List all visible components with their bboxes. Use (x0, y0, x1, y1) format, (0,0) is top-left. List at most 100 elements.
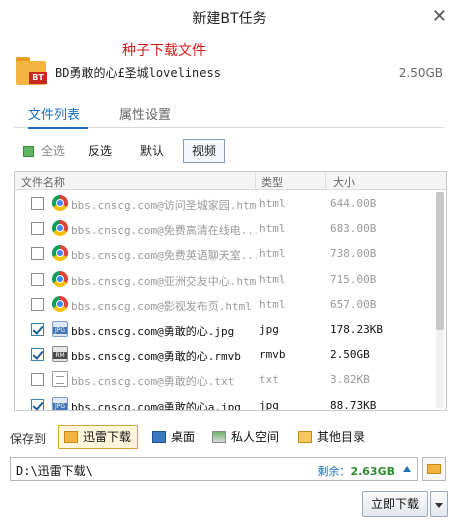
download-now-button[interactable]: 立即下载 (362, 491, 428, 517)
file-type: html (259, 297, 286, 311)
desktop-icon (152, 431, 166, 443)
bt-badge: BT (29, 72, 47, 84)
torrent-annotation: 种子下载文件 (122, 43, 206, 59)
file-size: 3.82KB (330, 373, 370, 387)
file-row[interactable]: bbs.cnscg.com@勇敢的心a.jpg jpg 88.73KB (15, 393, 446, 411)
txt-file-icon (52, 371, 68, 388)
file-type: jpg (259, 323, 279, 336)
browse-folder-button[interactable] (422, 457, 446, 481)
file-name: bbs.cnscg.com@亚洲交友中心.html (71, 274, 257, 288)
save-path-value[interactable]: D:\迅雷下载\ (16, 462, 93, 479)
save-path-input[interactable]: D:\迅雷下载\ 剩余：2.63GB (10, 457, 418, 481)
file-checkbox[interactable] (31, 373, 44, 387)
file-name: bbs.cnscg.com@勇敢的心.txt (71, 375, 235, 389)
video-filter-button[interactable]: 视频 (183, 139, 226, 163)
file-row[interactable]: bbs.cnscg.com@勇敢的心.txt txt 3.82KB (15, 367, 446, 392)
bt-torrent-icon: BT (16, 57, 47, 85)
file-type: txt (259, 373, 279, 387)
select-all-button[interactable]: 全选 (22, 139, 74, 163)
file-name: bbs.cnscg.com@免费英语聊天室... (71, 249, 257, 263)
header-size[interactable]: 大小 (333, 174, 355, 190)
save-xunlei-label: 迅雷下载 (83, 430, 132, 444)
file-row[interactable]: bbs.cnscg.com@免费英语聊天室... html 738.00B (15, 241, 446, 266)
chrome-icon (52, 245, 68, 262)
file-checkbox[interactable] (31, 247, 44, 261)
file-type: html (259, 247, 286, 261)
file-row[interactable]: bbs.cnscg.com@影视发布页.html html 657.00B (15, 292, 446, 317)
file-row[interactable]: bbs.cnscg.com@勇敢的心.rmvb rmvb 2.50GB (15, 342, 446, 367)
chrome-icon (52, 220, 68, 237)
file-size: 178.23KB (330, 323, 383, 336)
save-private-button[interactable]: 私人空间 (206, 425, 286, 449)
file-checkbox[interactable] (31, 323, 44, 336)
download-options-dropdown[interactable] (430, 491, 448, 517)
private-space-icon (212, 431, 226, 443)
folder-icon (427, 464, 441, 474)
file-checkbox[interactable] (31, 272, 44, 286)
file-name: bbs.cnscg.com@勇敢的心a.jpg (71, 400, 241, 411)
jpg-file-icon (52, 321, 68, 337)
tab-bar: 文件列表 属性设置 (14, 104, 444, 129)
other-folder-icon (298, 431, 312, 443)
tab-properties[interactable]: 属性设置 (119, 104, 171, 127)
file-row[interactable]: bbs.cnscg.com@访问圣城家园.html html 644.00B (15, 191, 446, 216)
close-icon[interactable]: ✕ (432, 6, 447, 27)
save-desktop-label: 桌面 (171, 430, 196, 444)
default-selection-button[interactable]: 默认 (131, 139, 173, 163)
save-to-bar: 保存到 迅雷下载 桌面 私人空间 其他目录 (10, 425, 450, 451)
save-private-label: 私人空间 (231, 430, 280, 444)
save-desktop-button[interactable]: 桌面 (146, 425, 202, 449)
header-type[interactable]: 类型 (261, 174, 283, 190)
file-size: 738.00B (330, 247, 377, 261)
file-row[interactable]: bbs.cnscg.com@亚洲交友中心.html html 715.00B (15, 267, 446, 292)
invert-selection-button[interactable]: 反选 (79, 139, 121, 163)
save-other-button[interactable]: 其他目录 (292, 425, 372, 449)
free-space: 剩余：2.63GB (317, 463, 395, 479)
file-size: 2.50GB (330, 348, 370, 362)
window-title: 新建BT任务 (192, 11, 267, 27)
list-scrollbar[interactable] (436, 192, 444, 408)
chrome-icon (52, 295, 68, 312)
select-all-checkbox-icon (23, 146, 34, 157)
save-xunlei-button[interactable]: 迅雷下载 (58, 425, 139, 449)
file-size: 683.00B (330, 222, 377, 236)
save-to-label: 保存到 (10, 432, 47, 446)
file-size: 715.00B (330, 272, 377, 286)
file-name: bbs.cnscg.com@免费高清在线电... (71, 224, 257, 238)
file-type: rmvb (259, 348, 286, 362)
torrent-size: 2.50GB (398, 66, 443, 80)
file-checkbox[interactable] (31, 297, 44, 311)
rmvb-file-icon (52, 346, 68, 363)
scrollbar-thumb[interactable] (436, 192, 444, 330)
list-header: 文件名称 类型 大小 (15, 172, 446, 190)
filter-toolbar: 全选 反选 默认 视频 (22, 139, 442, 163)
free-space-label: 剩余： (317, 465, 351, 478)
file-size: 88.73KB (330, 398, 377, 411)
file-size: 644.00B (330, 197, 377, 210)
torrent-name: BD勇敢的心£圣城loveliness (55, 66, 221, 80)
chrome-icon (52, 195, 68, 211)
file-name: bbs.cnscg.com@影视发布页.html (71, 299, 252, 313)
select-all-label: 全选 (41, 144, 66, 158)
file-name: bbs.cnscg.com@访问圣城家园.html (71, 199, 257, 212)
file-checkbox[interactable] (31, 398, 44, 410)
folder-icon (64, 431, 78, 443)
file-checkbox[interactable] (31, 222, 44, 236)
file-type: html (259, 272, 286, 286)
file-list: 文件名称 类型 大小 bbs.cnscg.com@访问圣城家园.html html… (14, 171, 447, 411)
file-checkbox[interactable] (31, 348, 44, 362)
triangle-up-icon[interactable] (403, 466, 411, 472)
tab-file-list[interactable]: 文件列表 (28, 104, 88, 129)
file-name: bbs.cnscg.com@勇敢的心.jpg (71, 325, 235, 338)
file-type: html (259, 197, 286, 210)
header-name[interactable]: 文件名称 (21, 174, 65, 190)
file-name: bbs.cnscg.com@勇敢的心.rmvb (71, 350, 241, 364)
file-type: html (259, 222, 286, 236)
free-space-value: 2.63GB (350, 465, 395, 478)
file-type: jpg (259, 398, 279, 411)
file-row[interactable]: bbs.cnscg.com@免费高清在线电... html 683.00B (15, 216, 446, 241)
save-other-label: 其他目录 (317, 430, 366, 444)
file-row[interactable]: bbs.cnscg.com@勇敢的心.jpg jpg 178.23KB (15, 317, 446, 342)
jpg-file-icon (52, 396, 68, 410)
file-checkbox[interactable] (31, 197, 44, 210)
